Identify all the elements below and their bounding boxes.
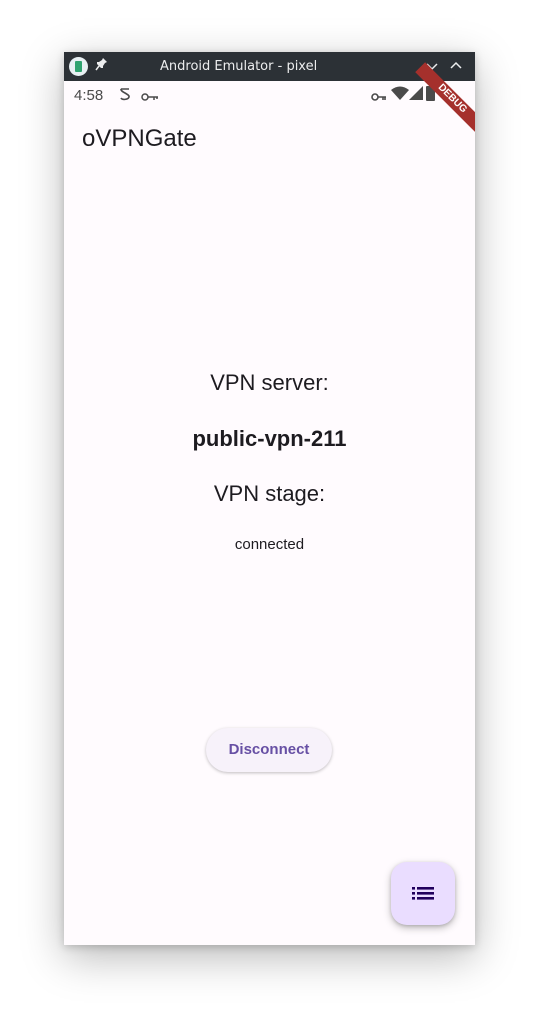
android-status-bar: 4:58: [64, 81, 475, 107]
vpn-key-icon-right: [371, 89, 387, 107]
server-list-fab[interactable]: [391, 862, 455, 925]
emulator-window: Android Emulator - pixel 4:58 DEBUG oVPN…: [64, 52, 475, 945]
vpn-server-label: VPN server:: [210, 370, 329, 395]
wifi-icon: [391, 86, 409, 105]
emulator-app-icon[interactable]: [69, 57, 88, 76]
vpn-server-value: public-vpn-211: [192, 426, 347, 451]
vpn-stage-value: connected: [234, 536, 305, 553]
vpn-key-icon: [141, 89, 159, 107]
window-title: Android Emulator - pixel: [160, 59, 318, 74]
signal-icon: [409, 86, 423, 105]
app-bar-title: oVPNGate: [82, 125, 197, 152]
sync-icon: [118, 86, 132, 107]
maximize-icon[interactable]: [448, 58, 464, 74]
list-icon: [412, 884, 434, 906]
vpn-stage-label: VPN stage:: [213, 481, 326, 506]
status-time: 4:58: [74, 87, 104, 104]
disconnect-button[interactable]: Disconnect: [206, 728, 332, 772]
pin-icon[interactable]: [95, 57, 108, 75]
window-titlebar: Android Emulator - pixel: [64, 52, 475, 81]
